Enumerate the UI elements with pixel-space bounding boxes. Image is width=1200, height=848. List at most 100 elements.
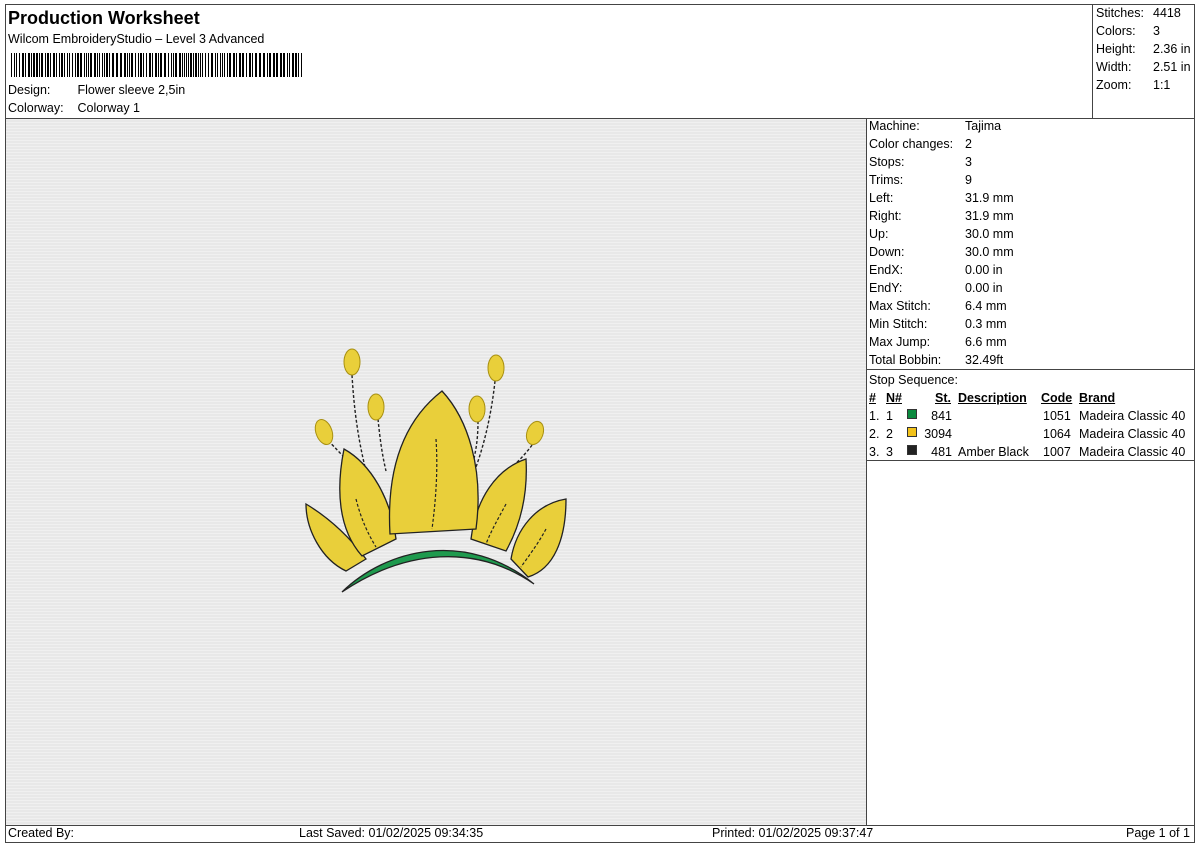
barcode-bar (53, 53, 55, 77)
color-swatch (907, 427, 917, 437)
barcode-bar (287, 53, 288, 77)
barcode-bar (263, 53, 265, 77)
barcode-bar (173, 53, 174, 77)
page-title: Production Worksheet (8, 8, 200, 28)
barcode-bar (90, 53, 92, 77)
barcode-bar (22, 53, 24, 77)
properties-divider (866, 369, 1195, 370)
stop-sequence-title: Stop Sequence: (869, 373, 958, 387)
barcode-bar (112, 53, 114, 77)
barcode-bar (31, 53, 32, 77)
barcode-bar (14, 53, 15, 77)
barcode-bar (289, 53, 290, 77)
prop-value: Tajima (965, 119, 1002, 133)
prop-label: EndY: (869, 281, 903, 295)
prop-label: Up: (869, 227, 889, 241)
prop-value: 31.9 mm (965, 209, 1014, 223)
barcode-bar (56, 53, 57, 77)
prop-value: 32.49ft (965, 353, 1004, 367)
prop-value: 3 (965, 155, 972, 169)
summary-value: 2.51 in (1153, 60, 1191, 74)
bud-shape (343, 348, 361, 376)
barcode-bar (211, 53, 213, 77)
barcode-bar (175, 53, 177, 77)
barcode-bar (239, 53, 241, 77)
barcode-bar (184, 53, 185, 77)
barcode-bar (233, 53, 235, 77)
last-saved: Last Saved: 01/02/2025 09:34:35 (299, 826, 484, 840)
barcode-bar (227, 53, 228, 77)
colorway-label: Colorway: (8, 101, 64, 115)
prop-value: 31.9 mm (965, 191, 1014, 205)
worksheet-footer: Created By: Last Saved: 01/02/2025 09:34… (5, 826, 1195, 843)
barcode-bar (200, 53, 201, 77)
barcode-bar (64, 53, 65, 77)
prop-max-stitch: Max Stitch: 6.4 mm (869, 299, 1007, 313)
barcode-bar (116, 53, 118, 77)
barcode-bar (80, 53, 82, 77)
barcode-bar (242, 53, 244, 77)
barcode-bar (75, 53, 76, 77)
barcode-bar (94, 53, 96, 77)
barcode-bar (273, 53, 275, 77)
barcode-bar (267, 53, 268, 77)
barcode-bar (198, 53, 199, 77)
col-header-n: N# (886, 391, 902, 405)
barcode-bar (269, 53, 271, 77)
barcode (11, 53, 302, 77)
barcode-bar (195, 53, 197, 77)
prop-value: 30.0 mm (965, 245, 1014, 259)
col-header-num: # (869, 391, 876, 405)
prop-label: Down: (869, 245, 905, 259)
barcode-bar (301, 53, 302, 77)
summary-value: 1:1 (1153, 78, 1171, 92)
prop-label: Right: (869, 209, 902, 223)
col-header-description: Description (958, 391, 1027, 405)
prop-machine: Machine: Tajima (869, 119, 1001, 133)
barcode-bar (236, 53, 237, 77)
prop-label: Trims: (869, 173, 904, 187)
bud-shape (468, 395, 486, 423)
barcode-bar (164, 53, 166, 77)
color-swatch (907, 409, 917, 419)
page-number: Page 1 of 1 (1126, 826, 1190, 840)
barcode-bar (224, 53, 225, 77)
barcode-bar (84, 53, 85, 77)
row-n: 3 (886, 445, 893, 459)
design-label: Design: (8, 83, 51, 97)
row-num: 2. (869, 427, 880, 441)
prop-label: Min Stitch: (869, 317, 928, 331)
barcode-bar (217, 53, 218, 77)
row-brand: Madeira Classic 40 (1079, 427, 1186, 441)
barcode-bar (190, 53, 192, 77)
barcode-bar (50, 53, 51, 77)
barcode-bar (109, 53, 110, 77)
summary-width: Width: 2.51 in (1096, 60, 1191, 74)
barcode-bar (33, 53, 35, 77)
barcode-bar (259, 53, 261, 77)
col-header-code: Code (1041, 391, 1073, 405)
barcode-bar (39, 53, 40, 77)
row-stitches: 841 (931, 409, 952, 423)
row-num: 1. (869, 409, 880, 423)
colorway-row: Colorway: Colorway 1 (8, 101, 140, 115)
barcode-bar (171, 53, 172, 77)
stem-line (377, 418, 387, 472)
leaf-arch-shape (341, 549, 535, 593)
barcode-bar (215, 53, 216, 77)
barcode-bar (59, 53, 60, 77)
prop-value: 0.00 in (965, 281, 1003, 295)
row-num: 3. (869, 445, 880, 459)
barcode-bar (186, 53, 187, 77)
prop-endx: EndX: 0.00 in (869, 263, 1003, 277)
barcode-bar (61, 53, 63, 77)
barcode-bar (106, 53, 108, 77)
barcode-bar (77, 53, 79, 77)
design-preview (6, 119, 866, 825)
canvas-divider (866, 118, 867, 826)
barcode-bar (143, 53, 144, 77)
col-header-st: St. (935, 391, 951, 405)
prop-value: 6.6 mm (965, 335, 1007, 349)
barcode-bar (276, 53, 278, 77)
bud-shape (525, 420, 545, 446)
